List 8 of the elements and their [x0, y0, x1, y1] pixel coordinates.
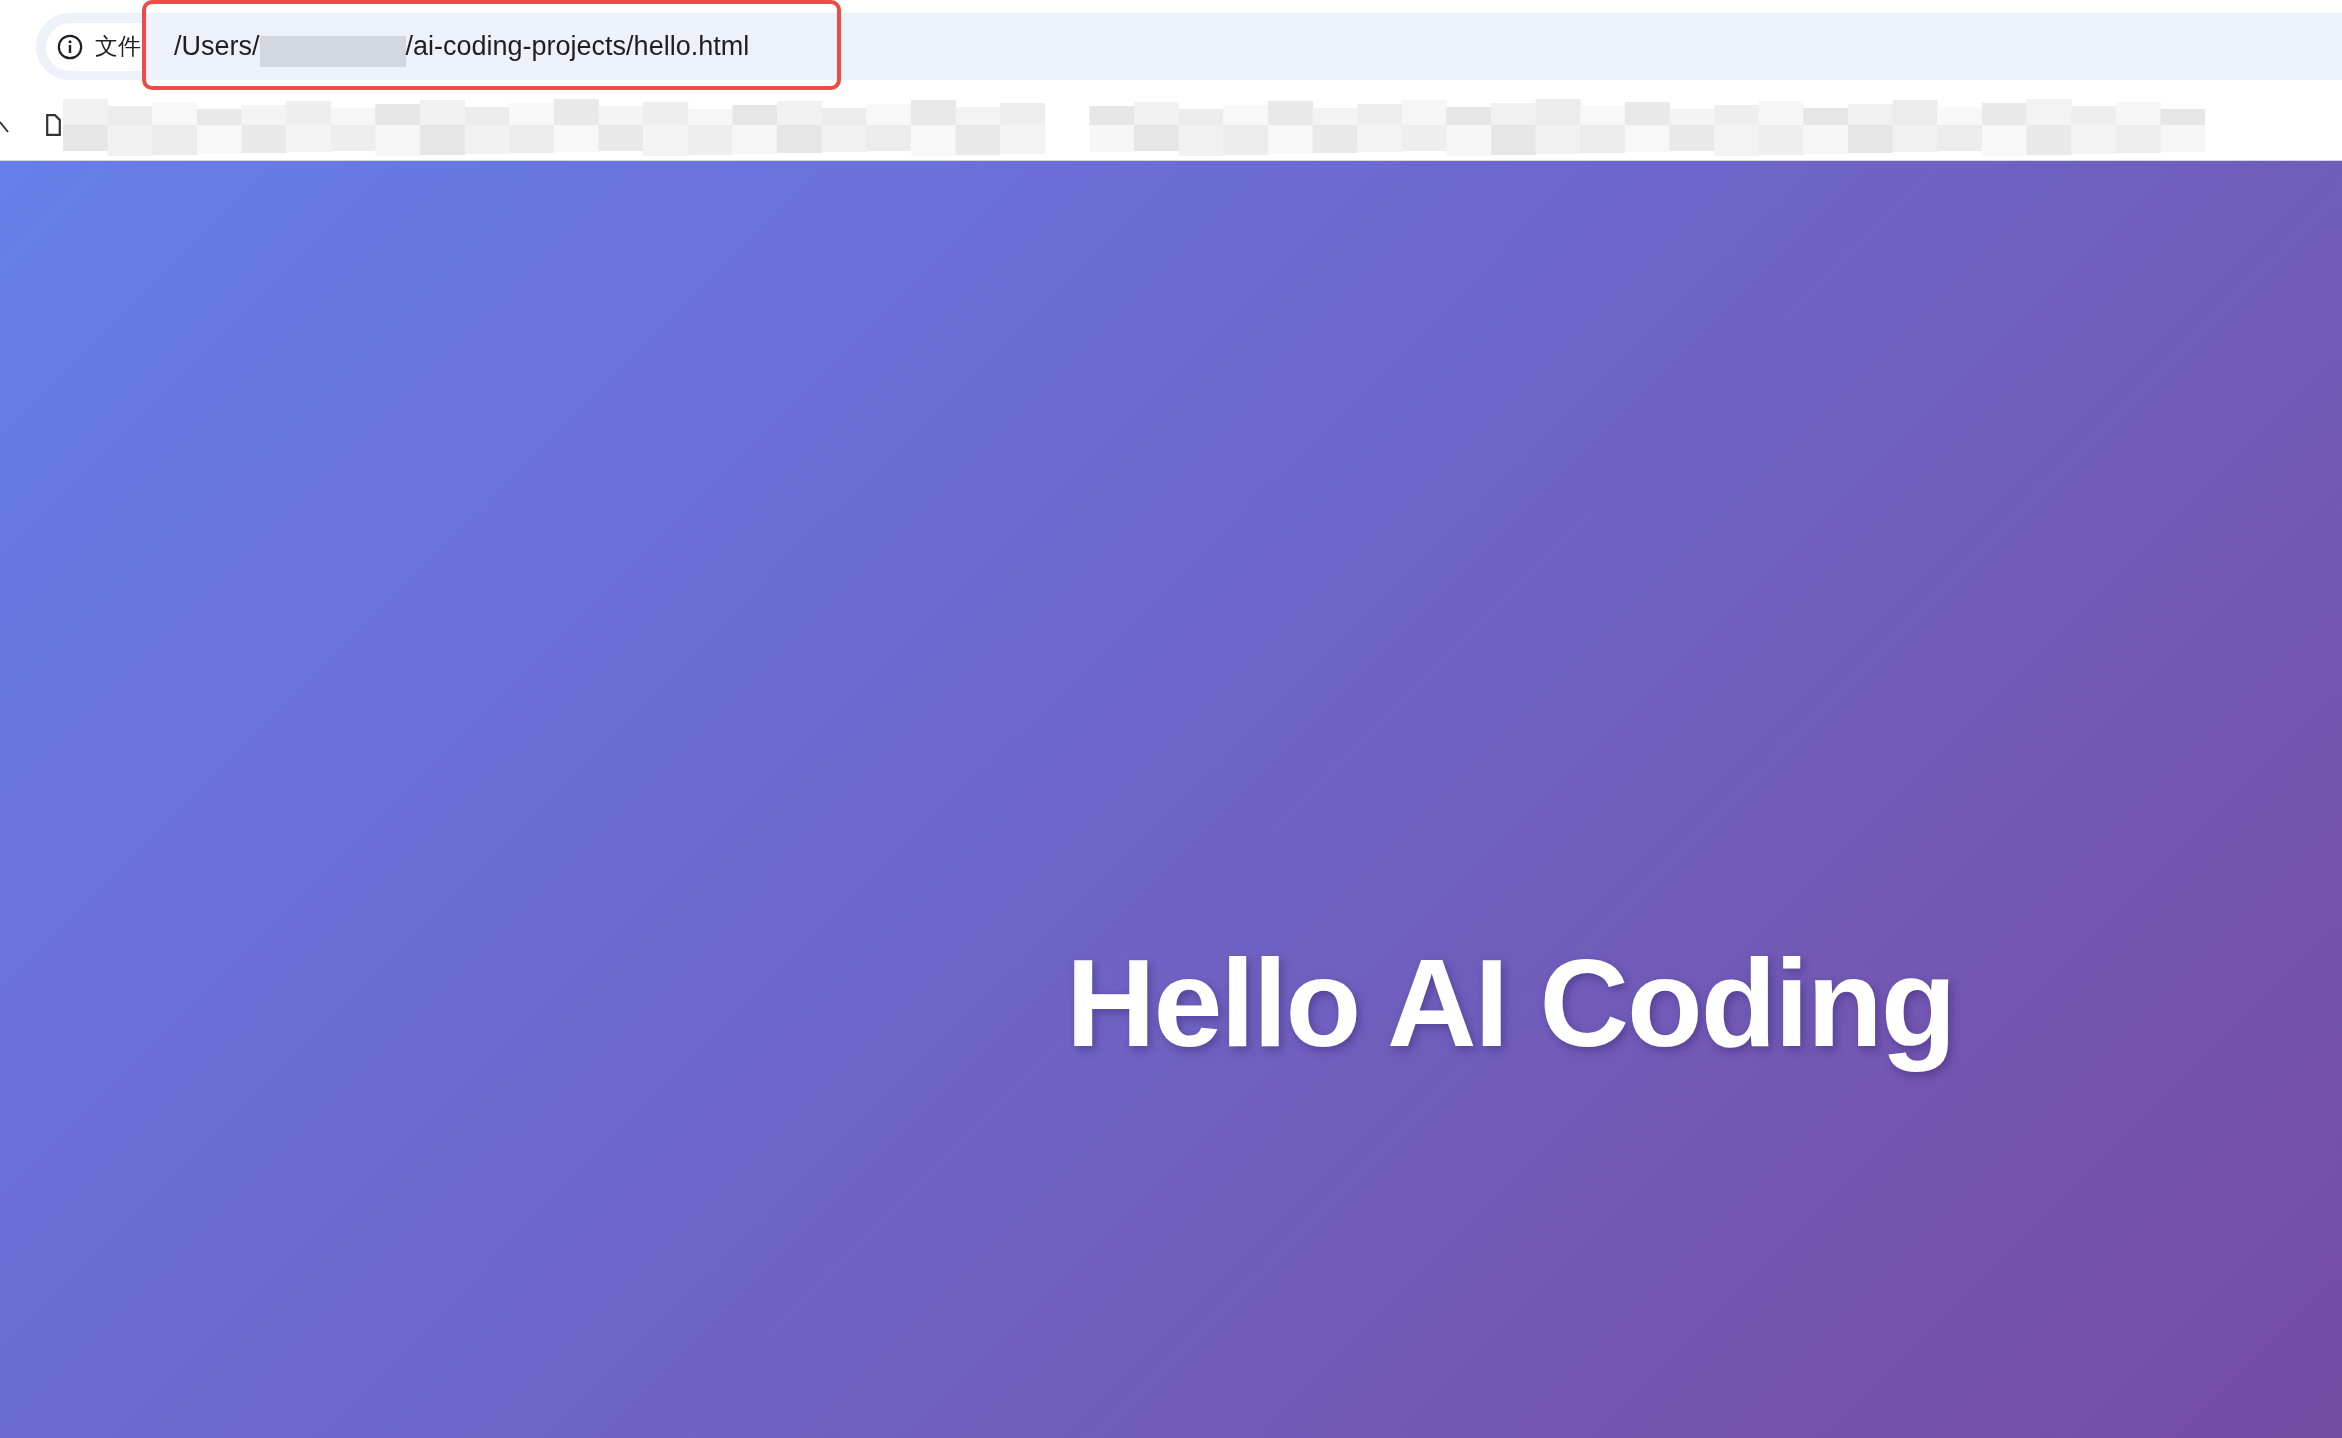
page-icon [46, 114, 61, 136]
url-text: /Users/ [174, 33, 260, 60]
address-bar[interactable]: 文件 /Users/ /ai-coding-projects/hello.html [36, 13, 2342, 80]
url-text: /ai-coding-projects/hello.html [405, 33, 750, 60]
page-heading: Hello AI Coding [1066, 933, 1955, 1074]
chevron-icon [0, 121, 9, 133]
site-info-button[interactable]: 文件 [46, 22, 143, 71]
info-icon [57, 33, 83, 60]
